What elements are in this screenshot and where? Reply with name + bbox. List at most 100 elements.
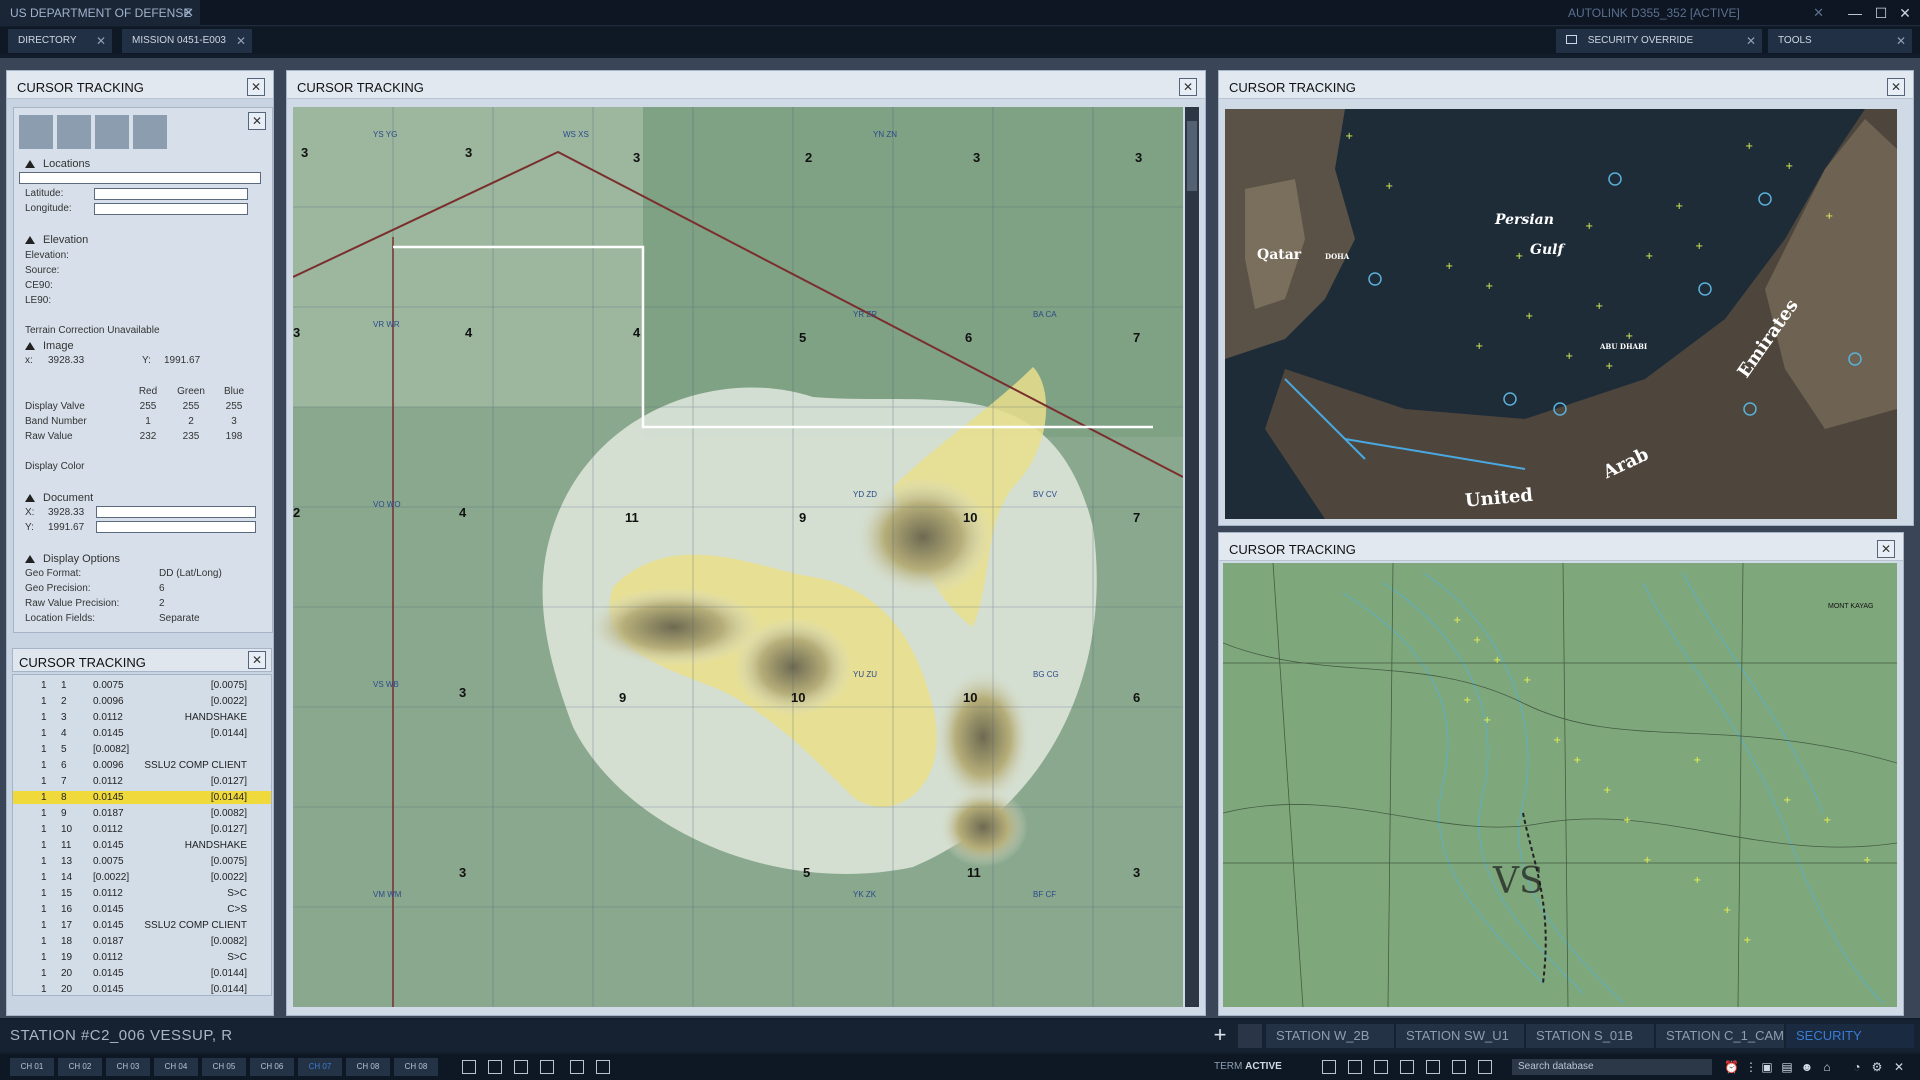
layout-panel-icon[interactable] — [1374, 1060, 1388, 1074]
table-row[interactable]: 1 6 0.0096 SSLU2 COMP CLIENT — [13, 759, 271, 772]
scrollbar-thumb[interactable] — [1187, 121, 1197, 191]
thumbnail[interactable] — [95, 115, 129, 149]
gear-icon[interactable]: ⚙ — [1870, 1060, 1884, 1074]
close-window-icon[interactable]: ✕ — [1896, 4, 1914, 22]
notes-icon[interactable] — [514, 1060, 528, 1074]
close-button[interactable]: ✕ — [248, 112, 266, 130]
raw-precision-value[interactable]: 2 — [159, 598, 165, 609]
topographic-map[interactable]: 3 3 3 2 3 3 3 4 4 5 6 7 4 11 9 10 7 3 9 … — [293, 107, 1183, 1007]
table-row[interactable]: 1 11 0.0145 HANDSHAKE — [13, 839, 271, 852]
map-scrollbar[interactable] — [1185, 107, 1199, 1007]
grid-icon[interactable] — [540, 1060, 554, 1074]
edit-icon[interactable] — [596, 1060, 610, 1074]
elevation-toggle[interactable]: Elevation — [25, 234, 88, 246]
layout-quad-icon[interactable] — [1478, 1060, 1492, 1074]
tab-tools[interactable]: TOOLS ✕ — [1768, 29, 1912, 53]
image-toggle[interactable]: Image — [25, 340, 74, 352]
list-icon[interactable] — [488, 1060, 502, 1074]
longitude-input[interactable] — [94, 203, 248, 215]
table-row[interactable]: 1 20 0.0145 [0.0144] — [13, 983, 271, 996]
file-icon[interactable]: ▤ — [1780, 1060, 1794, 1074]
close-button[interactable]: ✕ — [1887, 78, 1905, 96]
layout-icon[interactable] — [1322, 1060, 1336, 1074]
channel-button-active[interactable]: CH 07 — [298, 1058, 342, 1076]
square-icon[interactable] — [570, 1060, 584, 1074]
station-slot[interactable] — [1238, 1024, 1262, 1048]
channel-button[interactable]: CH 02 — [58, 1058, 102, 1076]
close-icon[interactable]: ✕ — [1813, 0, 1824, 26]
table-row[interactable]: 1 1 0.0075 [0.0075] — [13, 679, 271, 692]
document-toggle[interactable]: Document — [25, 492, 93, 504]
thumbnail[interactable] — [57, 115, 91, 149]
station-tab[interactable]: STATION W_2B — [1266, 1024, 1394, 1048]
channel-button[interactable]: CH 03 — [106, 1058, 150, 1076]
thumbnail[interactable] — [19, 115, 53, 149]
station-tab[interactable]: STATION C_1_CAM — [1656, 1024, 1784, 1048]
station-tab[interactable]: STATION SW_U1 — [1396, 1024, 1524, 1048]
station-tab[interactable]: STATION S_01B — [1526, 1024, 1654, 1048]
geo-format-value[interactable]: DD (Lat/Long) — [159, 568, 222, 579]
close-button[interactable]: ✕ — [1877, 540, 1895, 558]
table-row[interactable]: 1 17 0.0145 SSLU2 COMP CLIENT — [13, 919, 271, 932]
close-button[interactable]: ✕ — [248, 651, 266, 669]
maximize-icon[interactable]: ☐ — [1872, 4, 1890, 22]
close-icon[interactable]: ✕ — [1896, 29, 1906, 53]
more-icon[interactable]: ⋮ — [1744, 1060, 1758, 1074]
satellite-map[interactable]: + + + + + + + + + + + + + + + + + + Qatar Persian Gu… — [1225, 109, 1897, 519]
channel-button[interactable]: CH 04 — [154, 1058, 198, 1076]
close-icon[interactable]: ✕ — [1746, 29, 1756, 53]
latitude-input[interactable] — [94, 188, 248, 200]
table-row[interactable]: 1 3 0.0112 HANDSHAKE — [13, 711, 271, 724]
autolink-status[interactable]: AUTOLINK D355_352 [ACTIVE] ✕ — [1568, 0, 1828, 26]
table-row[interactable]: 1 2 0.0096 [0.0022] — [13, 695, 271, 708]
document-icon[interactable] — [462, 1060, 476, 1074]
layout-split-icon[interactable] — [1348, 1060, 1362, 1074]
table-row[interactable]: 1 15 0.0112 S>C — [13, 887, 271, 900]
alarm-icon[interactable]: ⏰ — [1724, 1060, 1739, 1074]
close-icon[interactable]: ✕ — [183, 0, 194, 26]
table-row[interactable]: 1 13 0.0075 [0.0075] — [13, 855, 271, 868]
doc-x-input[interactable] — [96, 506, 256, 518]
tab-security-override[interactable]: SECURITY OVERRIDE CONFIRMATION 02 ✕ — [1556, 29, 1762, 70]
close-icon[interactable]: ✕ — [96, 29, 106, 53]
display-options-toggle[interactable]: Display Options — [25, 553, 120, 565]
layout-grid-icon[interactable] — [1400, 1060, 1414, 1074]
table-row[interactable]: 1 9 0.0187 [0.0082] — [13, 807, 271, 820]
channel-button[interactable]: CH 01 — [10, 1058, 54, 1076]
doc-y-input[interactable] — [96, 521, 256, 533]
trash-icon[interactable]: ✕ — [1892, 1060, 1906, 1074]
network-icon[interactable]: ⌂ — [1820, 1060, 1834, 1074]
close-button[interactable]: ✕ — [247, 78, 265, 96]
rss-icon[interactable]: ◔ — [1850, 1060, 1864, 1074]
minimize-icon[interactable]: — — [1846, 4, 1864, 22]
security-tab[interactable]: SECURITY — [1786, 1024, 1914, 1048]
table-row[interactable]: 1 5 [0.0082] — [13, 743, 271, 756]
layout-tiles-icon[interactable] — [1452, 1060, 1466, 1074]
table-row-selected[interactable]: 1 8 0.0145 [0.0144] — [13, 791, 271, 804]
table-row[interactable]: 1 19 0.0112 S>C — [13, 951, 271, 964]
table-row[interactable]: 1 10 0.0112 [0.0127] — [13, 823, 271, 836]
search-database-input[interactable]: Search database — [1512, 1059, 1712, 1075]
table-row[interactable]: 1 16 0.0145 C>S — [13, 903, 271, 916]
lock-icon[interactable]: ▣ — [1760, 1060, 1774, 1074]
tab-directory[interactable]: DIRECTORY ✕ — [8, 29, 112, 53]
regional-map[interactable]: + + + + + + + + + + + + + + + + + + MONT KAYAG VS — [1223, 563, 1897, 1007]
channel-button[interactable]: CH 08 — [346, 1058, 390, 1076]
channel-button[interactable]: CH 08 — [394, 1058, 438, 1076]
tab-mission[interactable]: MISSION 0451-E003 ✕ — [122, 29, 252, 53]
table-row[interactable]: 1 18 0.0187 [0.0082] — [13, 935, 271, 948]
channel-button[interactable]: CH 05 — [202, 1058, 246, 1076]
location-fields-value[interactable]: Separate — [159, 613, 200, 624]
location-search-input[interactable] — [19, 172, 261, 184]
app-tab[interactable]: US DEPARTMENT OF DEFENSE ✕ — [0, 0, 200, 26]
thumbnail[interactable] — [133, 115, 167, 149]
locations-toggle[interactable]: Locations — [25, 158, 90, 170]
channel-button[interactable]: CH 06 — [250, 1058, 294, 1076]
table-row[interactable]: 1 7 0.0112 [0.0127] — [13, 775, 271, 788]
close-icon[interactable]: ✕ — [236, 29, 246, 53]
table-row[interactable]: 1 4 0.0145 [0.0144] — [13, 727, 271, 740]
close-button[interactable]: ✕ — [1179, 78, 1197, 96]
table-row[interactable]: 1 20 0.0145 [0.0144] — [13, 967, 271, 980]
add-station-button[interactable]: + — [1208, 1024, 1232, 1048]
layout-columns-icon[interactable] — [1426, 1060, 1440, 1074]
